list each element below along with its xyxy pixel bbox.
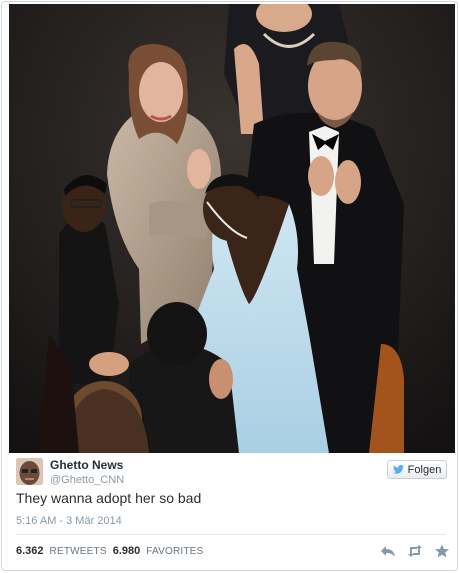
tweet-text: They wanna adopt her so bad	[16, 490, 202, 506]
retweets-label: RETWEETS	[49, 546, 107, 557]
tweet-timestamp[interactable]: 5:16 AM - 3 Mär 2014	[16, 515, 122, 527]
divider	[16, 534, 446, 535]
twitter-bird-icon	[392, 465, 404, 474]
tweet-card: Ghetto News @Ghetto_CNN Folgen They wann…	[1, 1, 458, 571]
tweet-stats: 6.362 RETWEETS 6.980 FAVORITES	[16, 545, 203, 557]
photo-illustration	[9, 4, 455, 453]
star-icon[interactable]	[434, 544, 450, 558]
retweets-count[interactable]: 6.362	[16, 545, 44, 557]
author-handle[interactable]: @Ghetto_CNN	[50, 474, 124, 486]
tweet-photo[interactable]	[9, 4, 455, 453]
tweet-actions	[380, 543, 450, 559]
retweet-icon[interactable]	[407, 544, 423, 558]
favorites-count[interactable]: 6.980	[113, 545, 141, 557]
author-name[interactable]: Ghetto News	[50, 458, 123, 472]
favorites-label: FAVORITES	[146, 546, 204, 557]
follow-button[interactable]: Folgen	[387, 460, 447, 479]
reply-icon[interactable]	[380, 544, 396, 558]
author-avatar[interactable]	[16, 458, 43, 485]
follow-button-label: Folgen	[407, 463, 442, 476]
